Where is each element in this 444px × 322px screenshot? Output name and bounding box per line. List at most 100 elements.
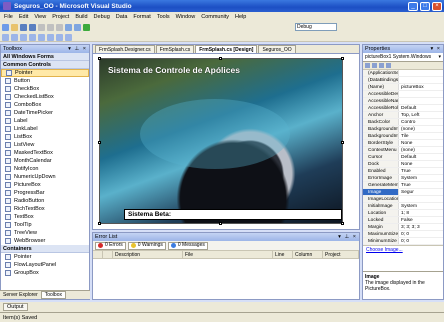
property-row[interactable]: (ApplicationSe [363,70,443,77]
beta-panel[interactable]: Sistema Beta: [124,209,342,220]
resize-handle-e[interactable] [341,141,344,144]
col-project[interactable]: Project [323,251,359,258]
property-value[interactable]: True [399,182,443,188]
menu-help[interactable]: Help [235,14,246,20]
toolbox-item-linklabel[interactable]: LinkLabel [1,125,89,133]
panel-pin-close-icons[interactable]: ▾ ⊥ × [338,233,359,241]
group-common-controls[interactable]: Common Controls [1,61,89,69]
group-containers[interactable]: Containers [1,245,89,253]
toolbox-item-webbrowser[interactable]: WebBrowser [1,237,89,245]
resize-handle-n[interactable] [219,57,222,60]
categorized-icon[interactable] [365,63,370,68]
property-row[interactable]: ContextMenu (none) [363,147,443,154]
toolbox-item-picturebox[interactable]: PictureBox [1,181,89,189]
resize-handle-se[interactable] [341,222,344,225]
toolbox-item-radiobutton[interactable]: RadioButton [1,197,89,205]
property-row[interactable]: BackColor Contro [363,119,443,126]
property-row[interactable]: AccessibleDes [363,91,443,98]
resize-handle-ne[interactable] [341,57,344,60]
save-all-icon[interactable] [29,24,36,31]
resize-handle-w[interactable] [98,141,101,144]
property-value[interactable]: pictureBox [399,84,443,90]
property-row[interactable]: MinimumSize 0; 0 [363,238,443,245]
tab-server-explorer[interactable]: Server Explorer [0,292,41,298]
toolbox-item-monthcalendar[interactable]: MonthCalendar [1,157,89,165]
property-row[interactable]: MaximumSize 0; 0 [363,231,443,238]
col-column[interactable]: Column [293,251,323,258]
property-value[interactable]: Contro [399,119,443,125]
property-row[interactable]: (Name) pictureBox [363,84,443,91]
toolbox-item-combobox[interactable]: ComboBox [1,101,89,109]
resize-handle-s[interactable] [219,222,222,225]
property-value[interactable]: Top, Left [399,112,443,118]
save-icon[interactable] [20,24,27,31]
menu-community[interactable]: Community [201,14,229,20]
toolbox-item-treeview[interactable]: TreeView [1,229,89,237]
toolbox-item-button[interactable]: Button [1,77,89,85]
toolbox-item-checkbox[interactable]: CheckBox [1,85,89,93]
events-icon[interactable] [386,63,391,68]
menu-data[interactable]: Data [116,14,128,20]
bring-to-front-icon[interactable] [65,34,72,41]
property-row[interactable]: InitialImage System [363,203,443,210]
toolbox-item-notifyicon[interactable]: NotifyIcon [1,165,89,173]
start-debug-icon[interactable] [83,24,90,31]
property-row[interactable]: Cursor Default [363,154,443,161]
menu-view[interactable]: View [34,14,46,20]
property-value[interactable]: Tile [399,133,443,139]
property-row[interactable]: Anchor Top, Left [363,112,443,119]
minimize-button[interactable]: _ [408,1,418,11]
col-description[interactable]: Description [113,251,183,258]
open-icon[interactable] [11,24,18,31]
align-rights-icon[interactable] [20,34,27,41]
property-row[interactable]: AccessibleNam [363,98,443,105]
property-value[interactable]: (none) [399,126,443,132]
toolbox-item-listview[interactable]: ListView [1,141,89,149]
property-row[interactable]: Location 1; 8 [363,210,443,217]
toolbox-item-pointer[interactable]: Pointer [1,69,89,77]
property-value[interactable]: (none) [399,147,443,153]
resize-handle-sw[interactable] [98,222,101,225]
property-value[interactable]: 1; 8 [399,210,443,216]
property-row[interactable]: Image Segur [363,189,443,196]
undo-icon[interactable] [65,24,72,31]
align-lefts-icon[interactable] [2,34,9,41]
property-value[interactable]: 0; 0 [399,231,443,237]
menu-edit[interactable]: Edit [19,14,28,20]
menu-debug[interactable]: Debug [94,14,110,20]
property-row[interactable]: BackgroundIm Tile [363,133,443,140]
menu-project[interactable]: Project [52,14,69,20]
property-row[interactable]: AccessibleRol Default [363,105,443,112]
solution-config-combo[interactable]: Debug [295,23,337,31]
property-value[interactable]: Default [399,154,443,160]
toolbox-item-maskedtextbox[interactable]: MaskedTextBox [1,149,89,157]
tab-frmsplash-designer[interactable]: FrmSplash.Designer.cs [95,45,155,53]
property-value[interactable]: None [399,140,443,146]
property-row[interactable]: (DataBindings [363,77,443,84]
properties-icon[interactable] [379,63,384,68]
property-value[interactable] [399,196,443,202]
cut-icon[interactable] [38,24,45,31]
property-row[interactable]: Locked False [363,217,443,224]
toolbox-item-listbox[interactable]: ListBox [1,133,89,141]
paste-icon[interactable] [56,24,63,31]
property-row[interactable]: BorderStyle None [363,140,443,147]
container-item-pointer[interactable]: Pointer [1,253,89,261]
property-row[interactable]: ErrorImage System [363,175,443,182]
property-value[interactable] [399,70,443,76]
container-item-groupbox[interactable]: GroupBox [1,269,89,277]
align-tops-icon[interactable] [29,34,36,41]
toolbox-item-progressbar[interactable]: ProgressBar [1,189,89,197]
property-value[interactable]: 0; 0 [399,238,443,244]
menu-file[interactable]: File [4,14,13,20]
align-centers-icon[interactable] [11,34,18,41]
align-bottoms-icon[interactable] [47,34,54,41]
property-value[interactable]: Default [399,105,443,111]
new-project-icon[interactable] [2,24,9,31]
property-value[interactable]: True [399,168,443,174]
col-file[interactable]: File [183,251,273,258]
toolbox-item-numericupdown[interactable]: NumericUpDown [1,173,89,181]
panel-pin-close-icons[interactable]: ▾ ⊥ × [68,45,89,53]
alphabetical-icon[interactable] [372,63,377,68]
toolbox-item-datetimepicker[interactable]: DateTimePicker [1,109,89,117]
